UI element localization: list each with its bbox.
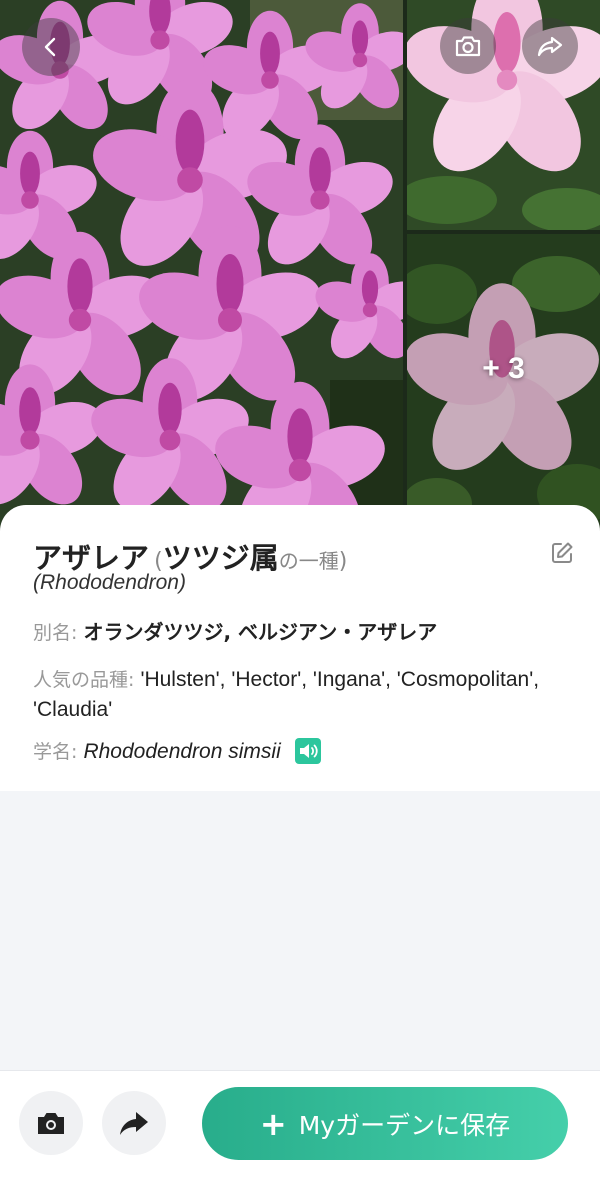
share-arrow-icon (537, 36, 563, 57)
pronunciation-button[interactable] (294, 737, 321, 764)
common-name: アザレア (33, 541, 150, 575)
edit-icon (552, 542, 573, 563)
back-button[interactable] (22, 18, 80, 76)
more-photos-count: + 3 (482, 352, 525, 385)
cultivars-label: 人気の品種: (33, 669, 141, 691)
photo-gallery: + 3 (0, 0, 600, 540)
thumbnail-photo-more[interactable]: + 3 (407, 234, 600, 540)
alias-value: オランダツツジ, ベルジアン・アザレア (83, 620, 438, 644)
speaker-icon (299, 743, 318, 758)
latin-genus-name: (Rhododendron) (33, 571, 186, 594)
save-button-label: Myガーデンに保存 (298, 1110, 511, 1140)
bottom-share-button[interactable] (102, 1091, 166, 1155)
bottom-action-bar: + Myガーデンに保存 (0, 1070, 600, 1181)
camera-icon (38, 1113, 64, 1134)
main-photo[interactable] (0, 0, 403, 540)
edit-button[interactable] (549, 540, 575, 566)
scientific-name-row: 学名: Rhododendron simsii (33, 737, 321, 767)
alias-row: 別名: オランダツツジ, ベルジアン・アザレア (33, 617, 437, 648)
camera-icon (455, 36, 481, 57)
plus-icon: + (259, 1104, 287, 1143)
genus-name[interactable]: ツツジ属 (163, 541, 279, 575)
scientific-label: 学名: (33, 741, 84, 763)
alias-label: 別名: (33, 622, 84, 644)
chevron-left-icon (44, 37, 56, 57)
share-arrow-icon (120, 1112, 148, 1135)
plant-info-card: アザレア (ツツジ属の一種) (Rhododendron) 別名: オランダツツ… (0, 505, 600, 791)
save-to-my-garden-button[interactable]: + Myガーデンに保存 (202, 1087, 568, 1160)
paren-close: ) (338, 549, 348, 574)
bottom-camera-button[interactable] (19, 1091, 83, 1155)
camera-button[interactable] (440, 18, 496, 74)
scientific-name: Rhododendron simsii (83, 740, 281, 763)
share-button[interactable] (522, 18, 578, 74)
genus-suffix: の一種 (278, 549, 339, 573)
cultivars-row: 人気の品種: 'Hulsten', 'Hector', 'Ingana', 'C… (33, 665, 553, 725)
